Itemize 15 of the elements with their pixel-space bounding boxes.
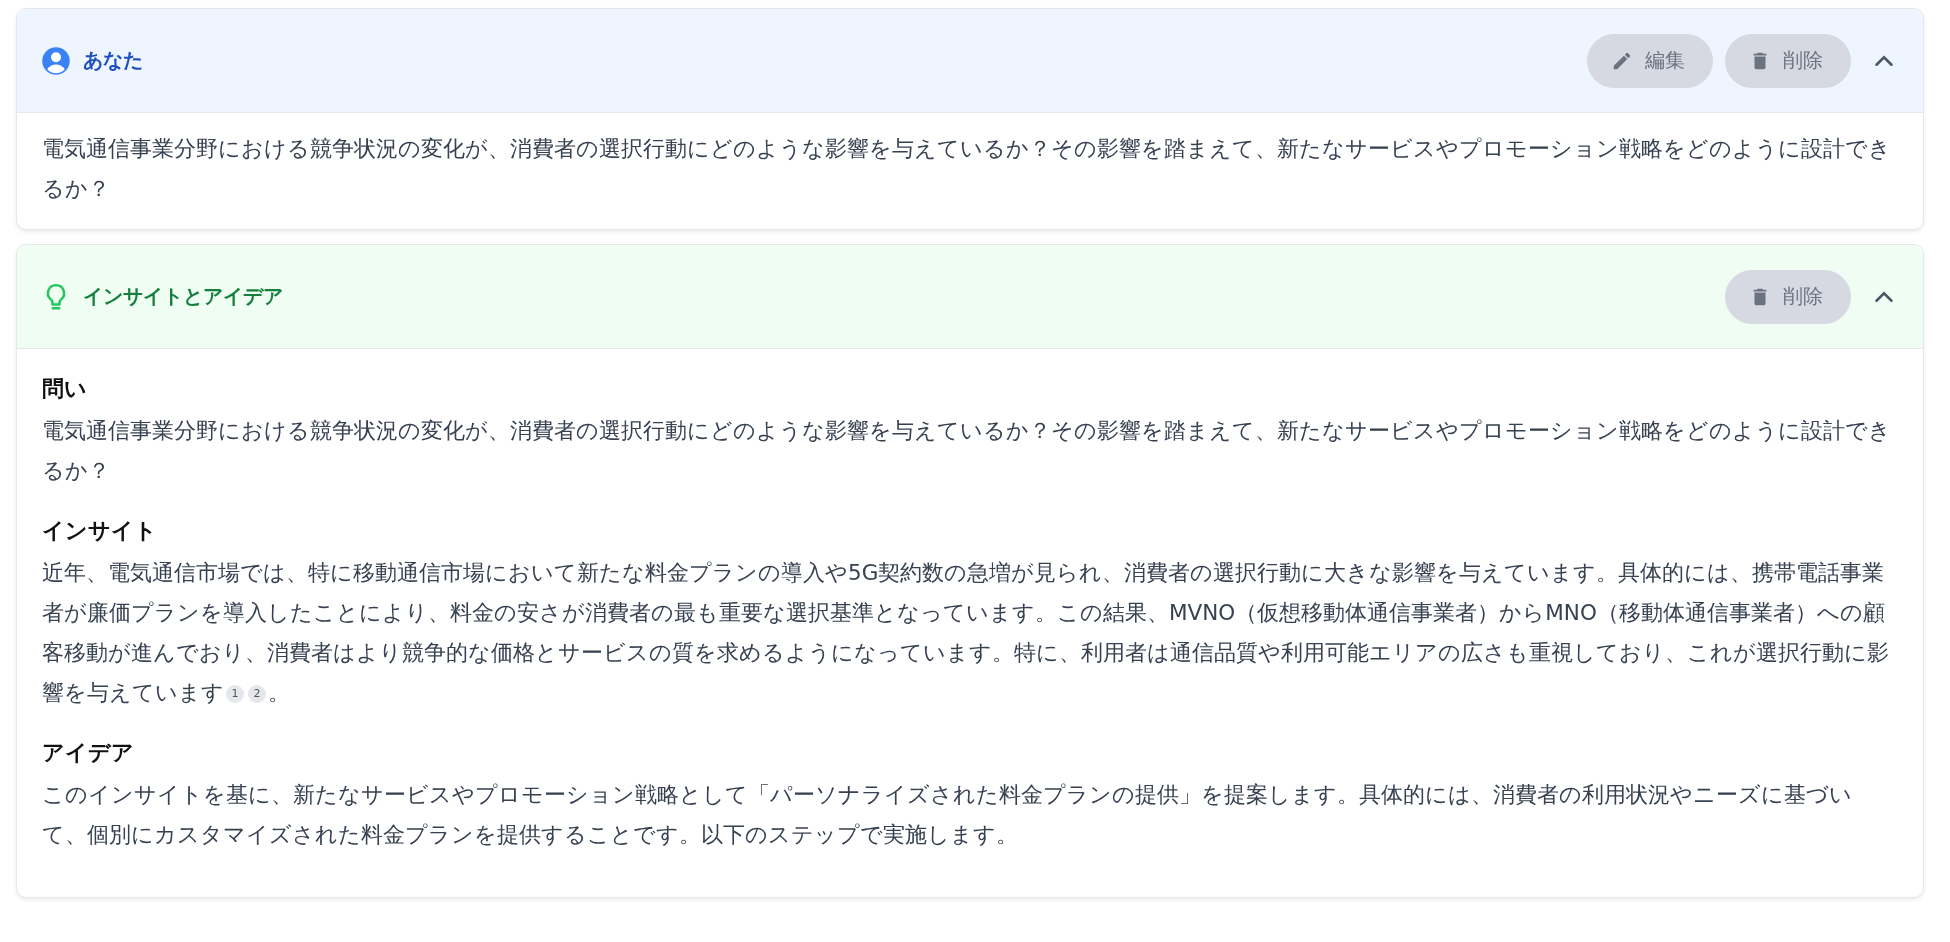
section-text: このインサイトを基に、新たなサービスやプロモーション戦略として「パーソナライズされた料金プランの提供」を提案します。具体的には、消費者の利用状況やニーズに基づいて、個別にカスタマイズされた料金プランを提供することです。以下のステップで実施します。 (42, 781, 1853, 849)
user-avatar-icon (41, 45, 71, 76)
citation-badge[interactable]: 1 (226, 685, 244, 703)
section-heading: 問い (42, 375, 88, 403)
section-heading: インサイト (42, 517, 158, 545)
message-text: 電気通信事業分野における競争状況の変化が、消費者の選択行動にどのような影響を与えているか？その影響を踏まえて、新たなサービスやプロモーション戦略をどのように設計できるか？ (42, 135, 1892, 203)
author-name: あなた (83, 47, 143, 74)
edit-button[interactable]: 編集 (1587, 33, 1713, 88)
author-name: インサイトとアイデア (83, 283, 283, 310)
delete-button[interactable]: 削除 (1725, 269, 1851, 324)
delete-button[interactable]: 削除 (1725, 33, 1851, 88)
section-text: 電気通信事業分野における競争状況の変化が、消費者の選択行動にどのような影響を与えているか？その影響を踏まえて、新たなサービスやプロモーション戦略をどのように設計できるか？ (42, 417, 1892, 485)
section-text: 近年、電気通信市場では、特に移動通信市場において新たな料金プランの導入や5G契約数の急増が見られ、消費者の選択行動に大きな影響を与えています。具体的には、携帯電話事業者が廉価プランを導入したことにより、料金の安さが消費者の最も重要な選択基準となっています。この結果、MVNO（仮想移動体通信事業者）からMNO（移動体通信事業者）への顧客移動が進んでおり、消費者はより競争的な価格とサービスの質を求めるようになっています。特に、利用者は通信品質や利用可能エリアの広さも重視しており、これが選択行動に影響を与えています 1 2 。 (42, 559, 1890, 707)
citation-badge[interactable]: 2 (248, 685, 266, 703)
section-heading: アイデア (42, 739, 135, 767)
